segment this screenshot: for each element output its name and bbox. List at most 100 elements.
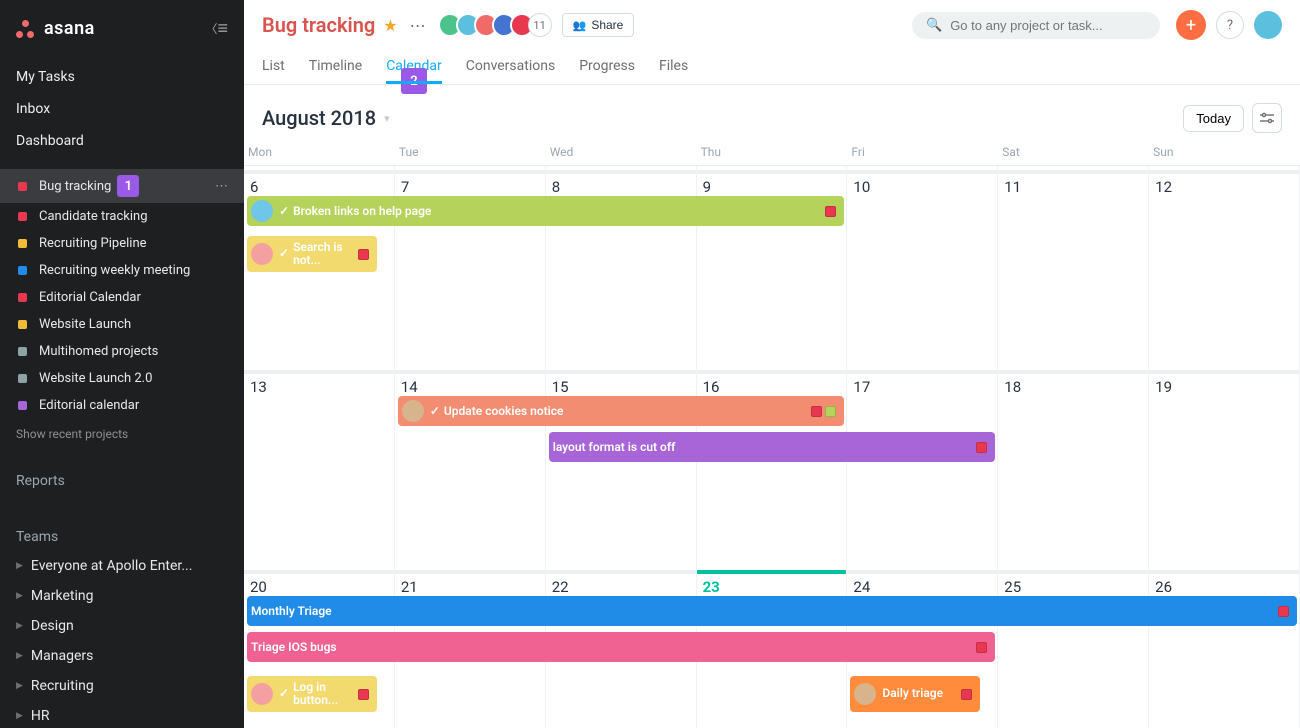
- sidebar-project[interactable]: Editorial calendar: [0, 392, 244, 419]
- calendar-event[interactable]: ✓ Search is not...: [247, 236, 377, 272]
- my-tasks-link[interactable]: My Tasks: [0, 61, 244, 93]
- project-actions-icon[interactable]: ⋯: [410, 16, 426, 35]
- calendar-week: 13141516171819✓Update cookies noticelayo…: [244, 366, 1300, 566]
- team-item[interactable]: ▶Managers: [0, 641, 244, 671]
- calendar-day[interactable]: 11: [998, 166, 1149, 366]
- sidebar-project[interactable]: Website Launch: [0, 311, 244, 338]
- quick-add-button[interactable]: +: [1176, 10, 1206, 40]
- event-tag: [1278, 606, 1289, 617]
- month-picker-icon[interactable]: ▾: [384, 112, 390, 125]
- project-color-dot: [18, 293, 27, 302]
- day-header: Tue: [395, 143, 546, 165]
- team-item[interactable]: ▶Design: [0, 611, 244, 641]
- calendar-event[interactable]: Daily triage: [850, 676, 980, 712]
- day-number: 18: [1002, 374, 1144, 400]
- day-header: Mon: [244, 143, 395, 165]
- team-item[interactable]: ▶Marketing: [0, 581, 244, 611]
- topbar: Bug tracking ★ ⋯ 11 👥 Share 🔍 + ?: [244, 0, 1300, 85]
- team-name: HR: [31, 708, 50, 724]
- teams-list: ▶Everyone at Apollo Enter...▶Marketing▶D…: [0, 551, 244, 728]
- day-header: Fri: [847, 143, 998, 165]
- team-item[interactable]: ▶Recruiting: [0, 671, 244, 701]
- event-tag: [825, 406, 836, 417]
- project-name: Editorial calendar: [39, 398, 139, 413]
- project-color-dot: [18, 182, 27, 191]
- event-tag: [825, 206, 836, 217]
- calendar-day[interactable]: 10: [847, 166, 998, 366]
- sidebar-project[interactable]: Recruiting Pipeline: [0, 230, 244, 257]
- member-avatars[interactable]: [438, 13, 534, 37]
- sidebar-project-list: Bug tracking1⋯Candidate trackingRecruiti…: [0, 169, 244, 419]
- project-color-dot: [18, 401, 27, 410]
- assignee-avatar: [251, 683, 273, 705]
- reports-link[interactable]: Reports: [0, 459, 244, 495]
- calendar-settings-button[interactable]: [1252, 103, 1282, 133]
- brand-logo[interactable]: asana: [16, 18, 95, 39]
- calendar-day[interactable]: 17: [847, 366, 998, 566]
- sliders-icon: [1259, 112, 1275, 124]
- project-name: Multihomed projects: [39, 344, 158, 359]
- calendar-day[interactable]: 25: [998, 566, 1149, 728]
- show-recent-projects[interactable]: Show recent projects: [0, 419, 244, 449]
- collapse-sidebar-icon[interactable]: 〈≡: [205, 18, 228, 39]
- sidebar-project[interactable]: Candidate tracking: [0, 203, 244, 230]
- month-label: August 2018: [262, 106, 376, 130]
- calendar-event[interactable]: Triage IOS bugs: [247, 632, 995, 662]
- tab-progress[interactable]: Progress: [579, 50, 635, 84]
- event-title: Broken links on help page: [293, 204, 431, 218]
- team-name: Managers: [31, 648, 93, 664]
- event-title: Monthly Triage: [251, 604, 332, 618]
- sidebar-project[interactable]: Multihomed projects: [0, 338, 244, 365]
- calendar-badge: 2: [401, 68, 427, 94]
- sidebar-project[interactable]: Bug tracking1⋯: [0, 169, 244, 203]
- calendar-event[interactable]: ✓Log in button...: [247, 676, 377, 712]
- star-icon[interactable]: ★: [383, 16, 397, 35]
- project-title: Bug tracking: [262, 13, 375, 37]
- today-button[interactable]: Today: [1183, 105, 1244, 132]
- inbox-link[interactable]: Inbox: [0, 93, 244, 125]
- search-box[interactable]: 🔍: [912, 12, 1160, 39]
- event-tag: [358, 689, 369, 700]
- tab-calendar[interactable]: Calendar 2: [386, 50, 442, 84]
- day-header: Wed: [546, 143, 697, 165]
- assignee-avatar: [854, 683, 876, 705]
- user-avatar[interactable]: [1254, 11, 1282, 39]
- calendar-event[interactable]: ✓Broken links on help page: [247, 196, 844, 226]
- calendar-grid[interactable]: 6789101112✓Broken links on help page✓Sea…: [244, 166, 1300, 728]
- calendar-day[interactable]: 19: [1149, 366, 1300, 566]
- help-button[interactable]: ?: [1216, 11, 1244, 39]
- check-icon: ✓: [279, 247, 289, 260]
- tab-list[interactable]: List: [262, 50, 285, 84]
- event-title: Log in button...: [293, 681, 358, 707]
- sidebar-project[interactable]: Editorial Calendar: [0, 284, 244, 311]
- calendar-event[interactable]: ✓Update cookies notice: [398, 396, 845, 426]
- event-title: Daily triage: [882, 687, 943, 700]
- caret-icon: ▶: [16, 621, 23, 631]
- sidebar-project[interactable]: Website Launch 2.0: [0, 365, 244, 392]
- event-title: Search is not...: [293, 241, 358, 267]
- calendar-event[interactable]: Monthly Triage: [247, 596, 1297, 626]
- tab-timeline[interactable]: Timeline: [309, 50, 362, 84]
- calendar-week: 20212223242526Monthly TriageTriage IOS b…: [244, 566, 1300, 728]
- member-count[interactable]: 11: [528, 13, 552, 37]
- calendar-day[interactable]: 18: [998, 366, 1149, 566]
- calendar-day[interactable]: 13: [244, 366, 395, 566]
- tab-conversations[interactable]: Conversations: [466, 50, 555, 84]
- calendar-event[interactable]: layout format is cut off: [549, 432, 996, 462]
- project-more-icon[interactable]: ⋯: [215, 179, 228, 194]
- team-item[interactable]: ▶Everyone at Apollo Enter...: [0, 551, 244, 581]
- calendar-day[interactable]: 26: [1149, 566, 1300, 728]
- calendar-day[interactable]: 12: [1149, 166, 1300, 366]
- event-title: layout format is cut off: [553, 440, 676, 454]
- dashboard-link[interactable]: Dashboard: [0, 125, 244, 157]
- project-name: Website Launch 2.0: [39, 371, 152, 386]
- sidebar-project[interactable]: Recruiting weekly meeting: [0, 257, 244, 284]
- tab-files[interactable]: Files: [659, 50, 688, 84]
- event-tag: [976, 442, 987, 453]
- share-button[interactable]: 👥 Share: [562, 13, 635, 37]
- people-icon: 👥: [573, 19, 587, 32]
- team-item[interactable]: ▶HR: [0, 701, 244, 728]
- search-input[interactable]: [950, 18, 1146, 33]
- main: Bug tracking ★ ⋯ 11 👥 Share 🔍 + ?: [244, 0, 1300, 728]
- project-name: Website Launch: [39, 317, 131, 332]
